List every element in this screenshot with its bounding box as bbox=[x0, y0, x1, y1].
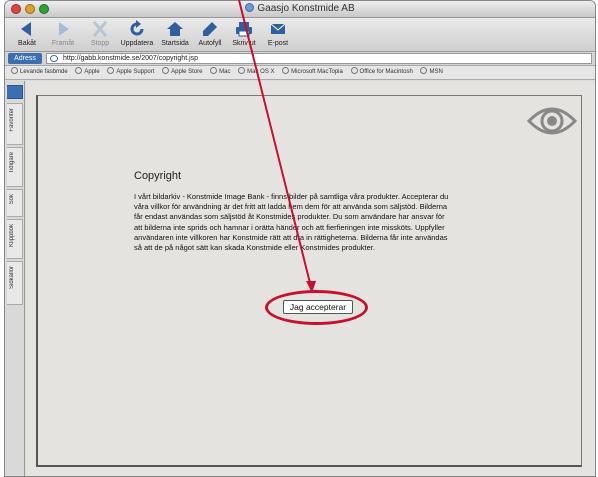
favorite-item[interactable]: Mac bbox=[210, 66, 230, 79]
favorites-bar: Levande fasbmde Apple Apple Support Appl… bbox=[5, 66, 595, 80]
address-url: http://gabb.konstmide.se/2007/copyright.… bbox=[63, 55, 199, 62]
window-title: Gaasjo Konstmide AB bbox=[5, 3, 595, 14]
page-frame bbox=[36, 95, 582, 467]
mail-label: E-post bbox=[267, 40, 289, 47]
favorite-icon bbox=[162, 67, 170, 74]
stop-x-icon bbox=[92, 21, 108, 37]
window-title-text: Gaasjo Konstmide AB bbox=[257, 3, 355, 14]
favorite-icon bbox=[238, 67, 246, 74]
favorite-icon bbox=[75, 67, 83, 74]
address-input[interactable]: http://gabb.konstmide.se/2007/copyright.… bbox=[46, 53, 592, 64]
favorite-item[interactable]: MSN bbox=[420, 66, 443, 79]
sidebar-tab-history[interactable]: Tidigare bbox=[7, 147, 23, 187]
copyright-heading: Copyright bbox=[134, 170, 182, 182]
favorite-item[interactable]: Levande fasbmde bbox=[11, 66, 68, 79]
copyright-text: I vårt bildarkiv - Konstmide Image Bank … bbox=[134, 192, 449, 253]
back-button[interactable]: Bakåt bbox=[7, 20, 47, 47]
globe-icon bbox=[245, 3, 255, 12]
mail-icon bbox=[270, 23, 286, 34]
eye-logo-icon bbox=[527, 107, 577, 135]
favorite-icon bbox=[107, 67, 115, 74]
home-button[interactable]: Startsida bbox=[155, 20, 195, 47]
refresh-icon bbox=[130, 20, 144, 36]
copyright-notice: Copyright I vårt bildarkiv - Konstmide I… bbox=[134, 170, 454, 253]
title-bar: Gaasjo Konstmide AB bbox=[5, 1, 595, 18]
explorer-sidebar: Favoriter Tidigare Sök Klippbok Sidkällo… bbox=[5, 81, 25, 476]
stop-button[interactable]: Stopp bbox=[80, 20, 120, 47]
forward-label: Framåt bbox=[51, 40, 75, 47]
favorite-icon bbox=[350, 67, 358, 74]
favorite-item[interactable]: Apple Support bbox=[107, 66, 154, 79]
favorite-icon bbox=[11, 67, 18, 74]
sidebar-tab-search[interactable]: Sök bbox=[7, 189, 23, 217]
page-content bbox=[26, 81, 595, 476]
autofill-pen-icon bbox=[203, 22, 217, 36]
refresh-button[interactable]: Uppdatera bbox=[117, 20, 157, 47]
favorite-item[interactable]: Apple Store bbox=[162, 66, 202, 79]
toolbar: Bakåt Framåt Stopp Uppdatera Startsida A… bbox=[5, 18, 595, 52]
favorite-item[interactable]: Microsoft MacTopia bbox=[282, 66, 343, 79]
address-label: Adress bbox=[8, 53, 42, 64]
stop-label: Stopp bbox=[90, 40, 110, 47]
favorite-item[interactable]: Apple bbox=[75, 66, 100, 79]
refresh-label: Uppdatera bbox=[120, 40, 154, 47]
back-label: Bakåt bbox=[18, 40, 36, 47]
page-icon bbox=[50, 55, 58, 62]
sidebar-tab-favorites[interactable]: Favoriter bbox=[7, 103, 23, 145]
home-icon bbox=[167, 22, 183, 36]
favorite-icon bbox=[420, 67, 428, 74]
sidebar-tab-scrapbook[interactable]: Klippbok bbox=[7, 219, 23, 259]
favorite-icon bbox=[282, 67, 290, 74]
sidebar-toggle-tab[interactable] bbox=[7, 85, 23, 99]
favorite-item[interactable]: Mac OS X bbox=[238, 66, 275, 79]
mail-button[interactable]: E-post bbox=[258, 20, 298, 47]
favorite-item[interactable]: Office for Macintosh bbox=[350, 66, 413, 79]
home-label: Startsida bbox=[161, 40, 189, 47]
back-arrow-icon bbox=[21, 22, 31, 36]
forward-arrow-icon bbox=[59, 22, 69, 36]
address-bar: Adress http://gabb.konstmide.se/2007/cop… bbox=[5, 52, 595, 66]
highlight-circle bbox=[265, 290, 368, 325]
printer-icon bbox=[236, 22, 252, 37]
sidebar-tab-page-holder[interactable]: Sidkällor bbox=[7, 261, 23, 305]
favorite-icon bbox=[210, 67, 218, 74]
forward-button[interactable]: Framåt bbox=[43, 20, 83, 47]
